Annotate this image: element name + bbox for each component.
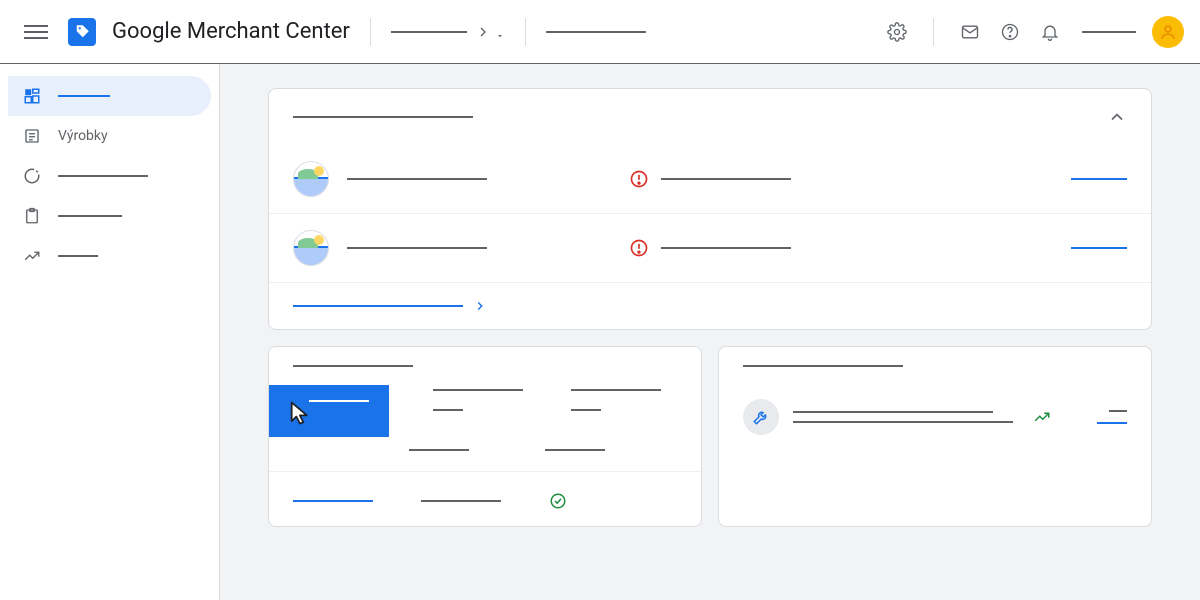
clipboard-icon	[22, 206, 42, 226]
stat-secondary	[409, 449, 469, 451]
card-title	[293, 365, 413, 367]
tag-icon	[73, 23, 91, 41]
gear-icon	[887, 22, 907, 42]
alert-product-name	[347, 247, 487, 249]
help-icon	[1000, 22, 1020, 42]
sidebar-item-label	[58, 255, 98, 257]
tip-row	[743, 385, 1127, 449]
sidebar-item-products[interactable]: Výrobky	[8, 116, 211, 156]
list-icon	[22, 126, 42, 146]
tips-card	[718, 346, 1152, 527]
menu-button[interactable]	[16, 12, 56, 52]
cursor-icon	[287, 399, 315, 427]
stat-value	[571, 409, 601, 411]
divider	[525, 18, 526, 46]
alert-row	[269, 145, 1151, 214]
search-placeholder[interactable]	[546, 31, 646, 33]
overview-card	[268, 88, 1152, 330]
alert-action-link[interactable]	[1071, 178, 1127, 180]
products-link[interactable]	[293, 500, 373, 502]
sidebar-item-overview[interactable]	[8, 76, 211, 116]
trending-up-icon	[1033, 408, 1051, 426]
person-icon	[1159, 23, 1177, 41]
alert-row	[269, 214, 1151, 283]
stat-label	[433, 389, 523, 391]
mail-button[interactable]	[958, 20, 982, 44]
sidebar-item-label	[58, 215, 122, 217]
alert-message	[661, 178, 791, 180]
trending-icon	[22, 246, 42, 266]
wrench-icon	[743, 399, 779, 435]
mail-icon	[960, 22, 980, 42]
tip-meta	[1109, 410, 1127, 412]
status-label	[421, 500, 501, 502]
divider	[370, 18, 371, 46]
progress-icon	[22, 166, 42, 186]
stat-secondary	[545, 449, 605, 451]
card-title	[293, 116, 473, 118]
stat-value	[433, 409, 463, 411]
user-name-placeholder	[1082, 31, 1136, 33]
bell-icon	[1040, 22, 1060, 42]
product-highlight-tile[interactable]	[269, 385, 389, 437]
account-name-placeholder	[391, 31, 467, 33]
divider	[933, 18, 934, 46]
sidebar-item-label: Výrobky	[58, 128, 108, 144]
help-button[interactable]	[998, 20, 1022, 44]
alert-action-link[interactable]	[1071, 247, 1127, 249]
tip-line-2	[793, 421, 1013, 423]
card-footer	[269, 283, 1151, 329]
view-all-link[interactable]	[293, 305, 463, 307]
alert-product-name	[347, 178, 487, 180]
app-title: Google Merchant Center	[112, 19, 350, 44]
card-header	[269, 347, 701, 385]
card-header	[719, 347, 1151, 385]
sidebar-item-performance[interactable]	[8, 156, 211, 196]
account-switcher[interactable]	[391, 23, 505, 41]
alert-message	[661, 247, 791, 249]
settings-button[interactable]	[885, 20, 909, 44]
stat-column	[571, 389, 661, 437]
dashboard-icon	[22, 86, 42, 106]
app-header: Google Merchant Center	[0, 0, 1200, 64]
error-icon	[629, 238, 649, 258]
card-title	[743, 365, 903, 367]
tip-action-link[interactable]	[1097, 422, 1127, 424]
product-thumbnail	[293, 230, 329, 266]
sidebar-item-label	[58, 95, 110, 97]
chevron-right-icon	[473, 299, 487, 313]
card-header	[269, 89, 1151, 145]
sidebar: Výrobky	[0, 64, 220, 600]
sidebar-item-growth[interactable]	[8, 236, 211, 276]
highlight-label	[309, 400, 369, 402]
stat-column	[433, 389, 523, 437]
error-icon	[629, 169, 649, 189]
sidebar-item-marketing[interactable]	[8, 196, 211, 236]
app-logo	[68, 18, 96, 46]
chevron-right-icon	[475, 24, 491, 40]
caret-down-icon	[495, 31, 505, 41]
stat-label	[571, 389, 661, 391]
user-avatar[interactable]	[1152, 16, 1184, 48]
check-circle-icon	[549, 492, 567, 510]
chevron-up-icon[interactable]	[1107, 107, 1127, 127]
main-content	[220, 64, 1200, 600]
notifications-button[interactable]	[1038, 20, 1062, 44]
tip-line-1	[793, 411, 993, 413]
sidebar-item-label	[58, 175, 148, 177]
product-thumbnail	[293, 161, 329, 197]
products-card	[268, 346, 702, 527]
